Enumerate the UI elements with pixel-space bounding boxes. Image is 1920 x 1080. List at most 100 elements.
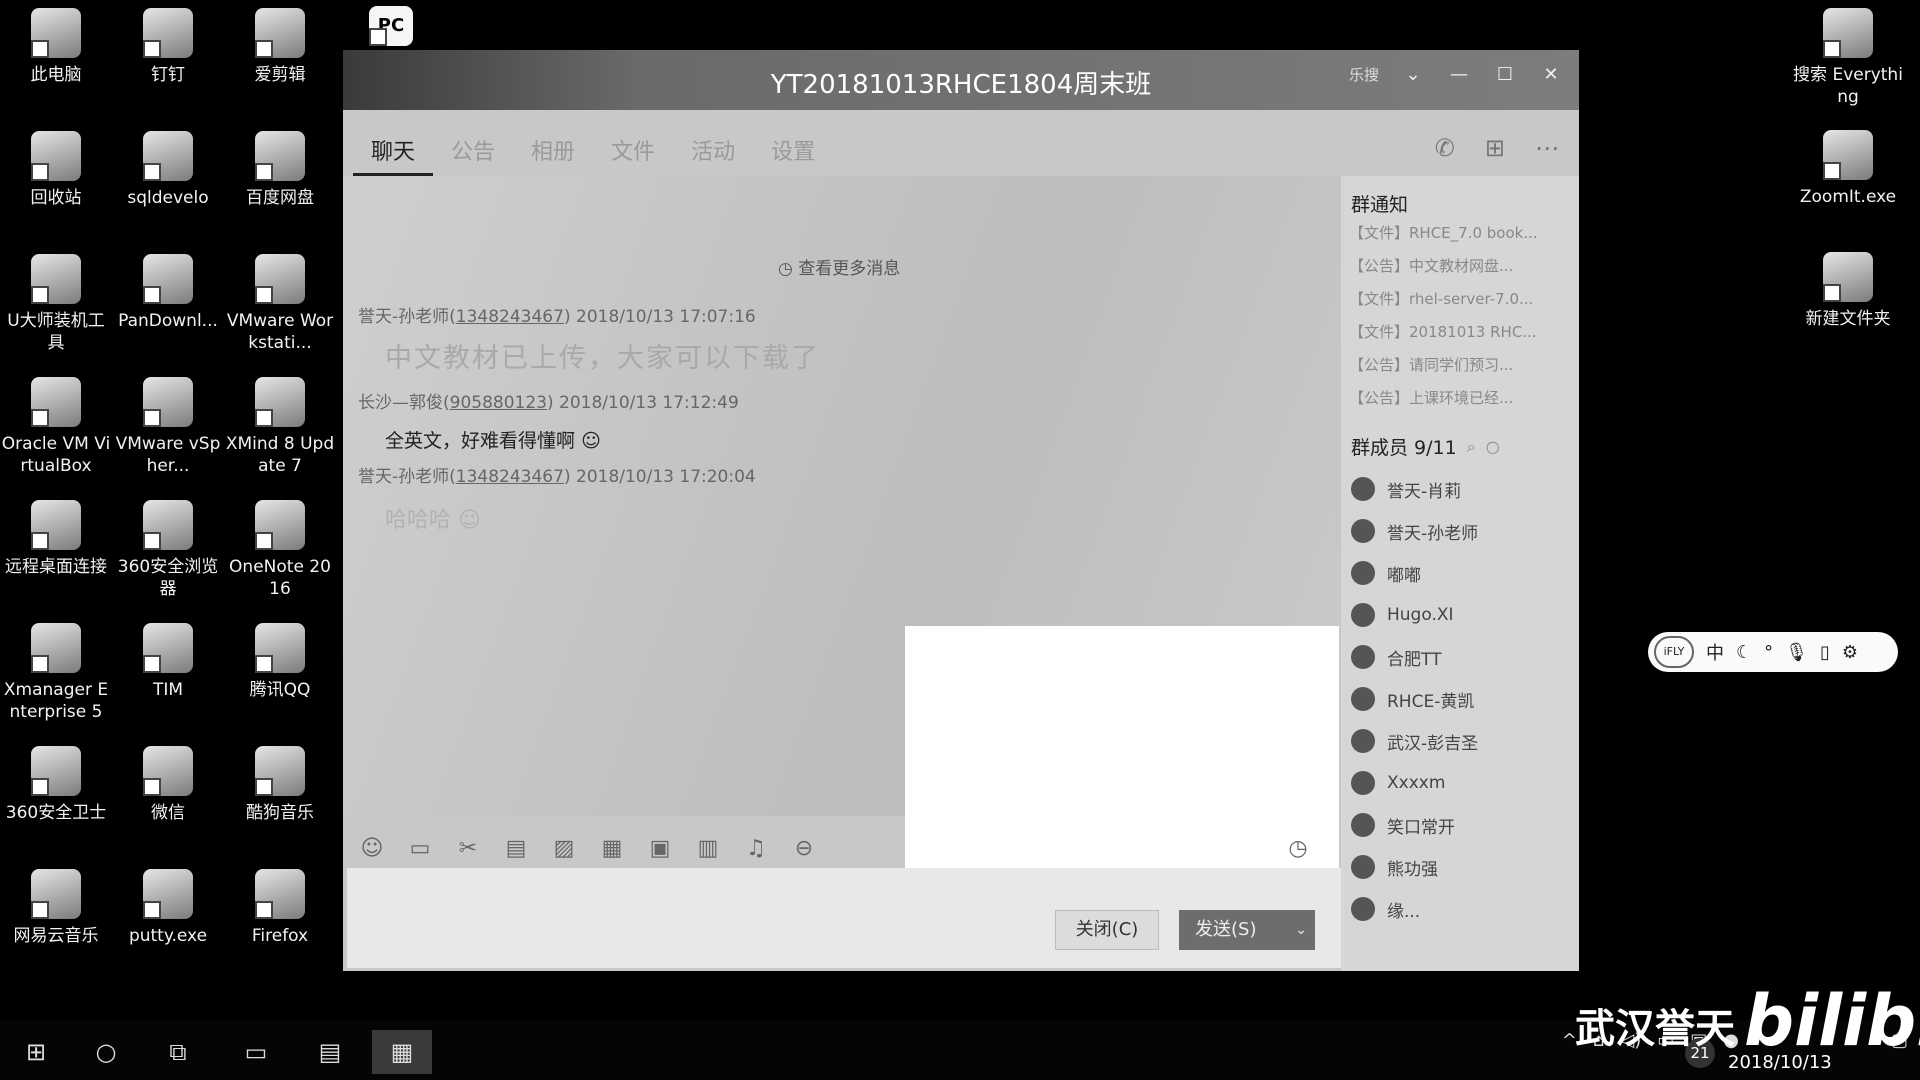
notice-item[interactable]: 【文件】RHCE_7.0 book...: [1341, 217, 1579, 250]
notice-item[interactable]: 【公告】请同学们预习...: [1341, 349, 1579, 382]
tab-announcement[interactable]: 公告: [433, 126, 513, 176]
scissors-icon[interactable]: ✂: [451, 836, 485, 861]
member-item[interactable]: 嘟嘟: [1341, 552, 1579, 594]
desktop-shortcut[interactable]: 360安全浏览器: [112, 500, 224, 600]
qq-number-link[interactable]: 905880123: [450, 393, 547, 413]
desktop-shortcut[interactable]: 新建文件夹: [1790, 252, 1906, 330]
member-item[interactable]: 誉天-孙老师: [1341, 510, 1579, 552]
desktop-shortcut[interactable]: PanDownl...: [112, 254, 224, 332]
desktop-shortcut[interactable]: XMind 8 Update 7: [224, 377, 336, 477]
gift-icon[interactable]: ▣: [643, 836, 677, 861]
windows-start-icon[interactable]: ⊞: [6, 1030, 66, 1074]
member-item[interactable]: 合肥TT: [1341, 636, 1579, 678]
phone-icon[interactable]: ✆: [1435, 134, 1455, 162]
maximize-icon[interactable]: ☐: [1493, 64, 1517, 85]
member-item[interactable]: 熊功强: [1341, 846, 1579, 888]
tab-settings[interactable]: 设置: [753, 126, 833, 176]
microphone-icon[interactable]: 🎙: [1785, 642, 1808, 663]
desktop-shortcut[interactable]: 360安全卫士: [0, 746, 112, 824]
add-member-icon[interactable]: ○: [1486, 437, 1500, 456]
video-icon[interactable]: ▦: [595, 836, 629, 861]
tab-files[interactable]: 文件: [593, 126, 673, 176]
desktop-shortcut[interactable]: OneNote 2016: [224, 500, 336, 600]
chat-app-icon[interactable]: ▭: [226, 1030, 286, 1074]
desktop-shortcut[interactable]: Oracle VM VirtualBox: [0, 377, 112, 477]
desktop-shortcut[interactable]: 回收站: [0, 131, 112, 209]
desktop-shortcut[interactable]: VMware vSpher...: [112, 377, 224, 477]
member-name: 武汉-彭吉圣: [1387, 733, 1479, 754]
desktop-shortcut[interactable]: 搜索 Everything: [1790, 8, 1906, 108]
title-extra[interactable]: 乐搜: [1349, 64, 1379, 85]
desktop-shortcut[interactable]: Xmanager Enterprise 5: [0, 623, 112, 723]
member-item[interactable]: RHCE-黄凯: [1341, 678, 1579, 720]
tab-activities[interactable]: 活动: [673, 126, 753, 176]
avatar: [1351, 897, 1375, 921]
notice-item[interactable]: 【公告】上课环境已经...: [1341, 382, 1579, 415]
desktop-shortcut[interactable]: putty.exe: [112, 869, 224, 947]
desktop-shortcut[interactable]: 钉钉: [112, 8, 224, 86]
notice-item[interactable]: 【公告】中文教材网盘...: [1341, 250, 1579, 283]
desktop-shortcut[interactable]: VMware Workstati...: [224, 254, 336, 354]
moon-icon[interactable]: ☾: [1736, 642, 1752, 663]
history-icon[interactable]: ◷: [1281, 836, 1315, 861]
notice-item[interactable]: 【文件】rhel-server-7.0...: [1341, 283, 1579, 316]
member-item[interactable]: 誉天-肖莉: [1341, 468, 1579, 510]
send-button[interactable]: 发送(S) ⌄: [1179, 910, 1315, 950]
qq-number-link[interactable]: 1348243467: [456, 307, 564, 327]
desktop-shortcut[interactable]: 远程桌面连接: [0, 500, 112, 578]
pc-shortcut[interactable]: PC: [368, 6, 414, 52]
desktop-shortcut[interactable]: ZoomIt.exe: [1790, 130, 1906, 208]
title-bar[interactable]: YT20181013RHCE1804周末班 乐搜 ⌄ — ☐ ✕: [343, 50, 1579, 110]
message-text: 哈哈哈 ☺: [385, 508, 481, 533]
close-button[interactable]: 关闭(C): [1055, 910, 1159, 950]
desktop-shortcut[interactable]: 百度网盘: [224, 131, 336, 209]
message-header: 誉天-孙老师(1348243467) 2018/10/13 17:20:04: [358, 467, 756, 487]
desktop-shortcut-label: sqldevelo: [127, 188, 209, 208]
tab-chat[interactable]: 聊天: [353, 126, 434, 176]
desktop-shortcut[interactable]: 网易云音乐: [0, 869, 112, 947]
desktop-shortcut[interactable]: U大师装机工具: [0, 254, 112, 354]
ime-mode[interactable]: 中: [1706, 639, 1724, 665]
bell-icon[interactable]: ♫: [739, 836, 773, 861]
cortana-icon[interactable]: ○: [76, 1030, 136, 1074]
ime-toolbar[interactable]: iFLY 中 ☾ ° 🎙 ▯ ⚙: [1648, 632, 1898, 672]
close-icon[interactable]: ✕: [1539, 64, 1563, 85]
member-item[interactable]: 笑口常开: [1341, 804, 1579, 846]
red-packet-icon[interactable]: ▥: [691, 836, 725, 861]
tab-album[interactable]: 相册: [513, 126, 593, 176]
folder-icon: [1823, 252, 1873, 302]
desktop-shortcut[interactable]: 酷狗音乐: [224, 746, 336, 824]
member-item[interactable]: Xxxxm: [1341, 762, 1579, 804]
punctuation-icon[interactable]: °: [1764, 642, 1773, 663]
desktop-shortcut[interactable]: 微信: [112, 746, 224, 824]
member-item[interactable]: 缘...: [1341, 888, 1579, 930]
keyboard-icon[interactable]: ▯: [1820, 642, 1830, 663]
view-more-messages-link[interactable]: ◷ 查看更多消息: [778, 254, 900, 279]
member-item[interactable]: 武汉-彭吉圣: [1341, 720, 1579, 762]
notice-item[interactable]: 【文件】20181013 RHC...: [1341, 316, 1579, 349]
desktop-shortcut[interactable]: 腾讯QQ: [224, 623, 336, 701]
folder-icon[interactable]: ▤: [499, 836, 533, 861]
desktop-shortcut[interactable]: TIM: [112, 623, 224, 701]
qq-number-link[interactable]: 1348243467: [456, 467, 564, 487]
search-icon[interactable]: ⌕: [1467, 437, 1476, 457]
minimize-icon[interactable]: —: [1447, 64, 1471, 85]
more-icon[interactable]: ⋯: [1535, 134, 1559, 162]
screen-share-icon[interactable]: ⊞: [1485, 134, 1505, 162]
more-options-icon[interactable]: ⊖: [787, 836, 821, 861]
chevron-down-icon[interactable]: ⌄: [1295, 910, 1307, 950]
notepad-icon[interactable]: ▦: [372, 1030, 432, 1074]
emoji-icon[interactable]: ☺: [355, 836, 389, 861]
desktop-shortcut[interactable]: 爱剪辑: [224, 8, 336, 86]
gif-icon[interactable]: ▭: [403, 836, 437, 861]
desktop-shortcut[interactable]: 此电脑: [0, 8, 112, 86]
chevron-down-icon[interactable]: ⌄: [1401, 64, 1425, 85]
desktop-shortcut[interactable]: Firefox: [224, 869, 336, 947]
task-view-icon[interactable]: ⧉: [148, 1030, 208, 1074]
desktop-shortcut[interactable]: sqldevelo: [112, 131, 224, 209]
pc-icon: PC: [369, 6, 413, 46]
image-icon[interactable]: ▨: [547, 836, 581, 861]
gear-icon[interactable]: ⚙: [1842, 642, 1858, 663]
member-item[interactable]: Hugo.XI: [1341, 594, 1579, 636]
file-explorer-icon[interactable]: ▤: [300, 1030, 360, 1074]
